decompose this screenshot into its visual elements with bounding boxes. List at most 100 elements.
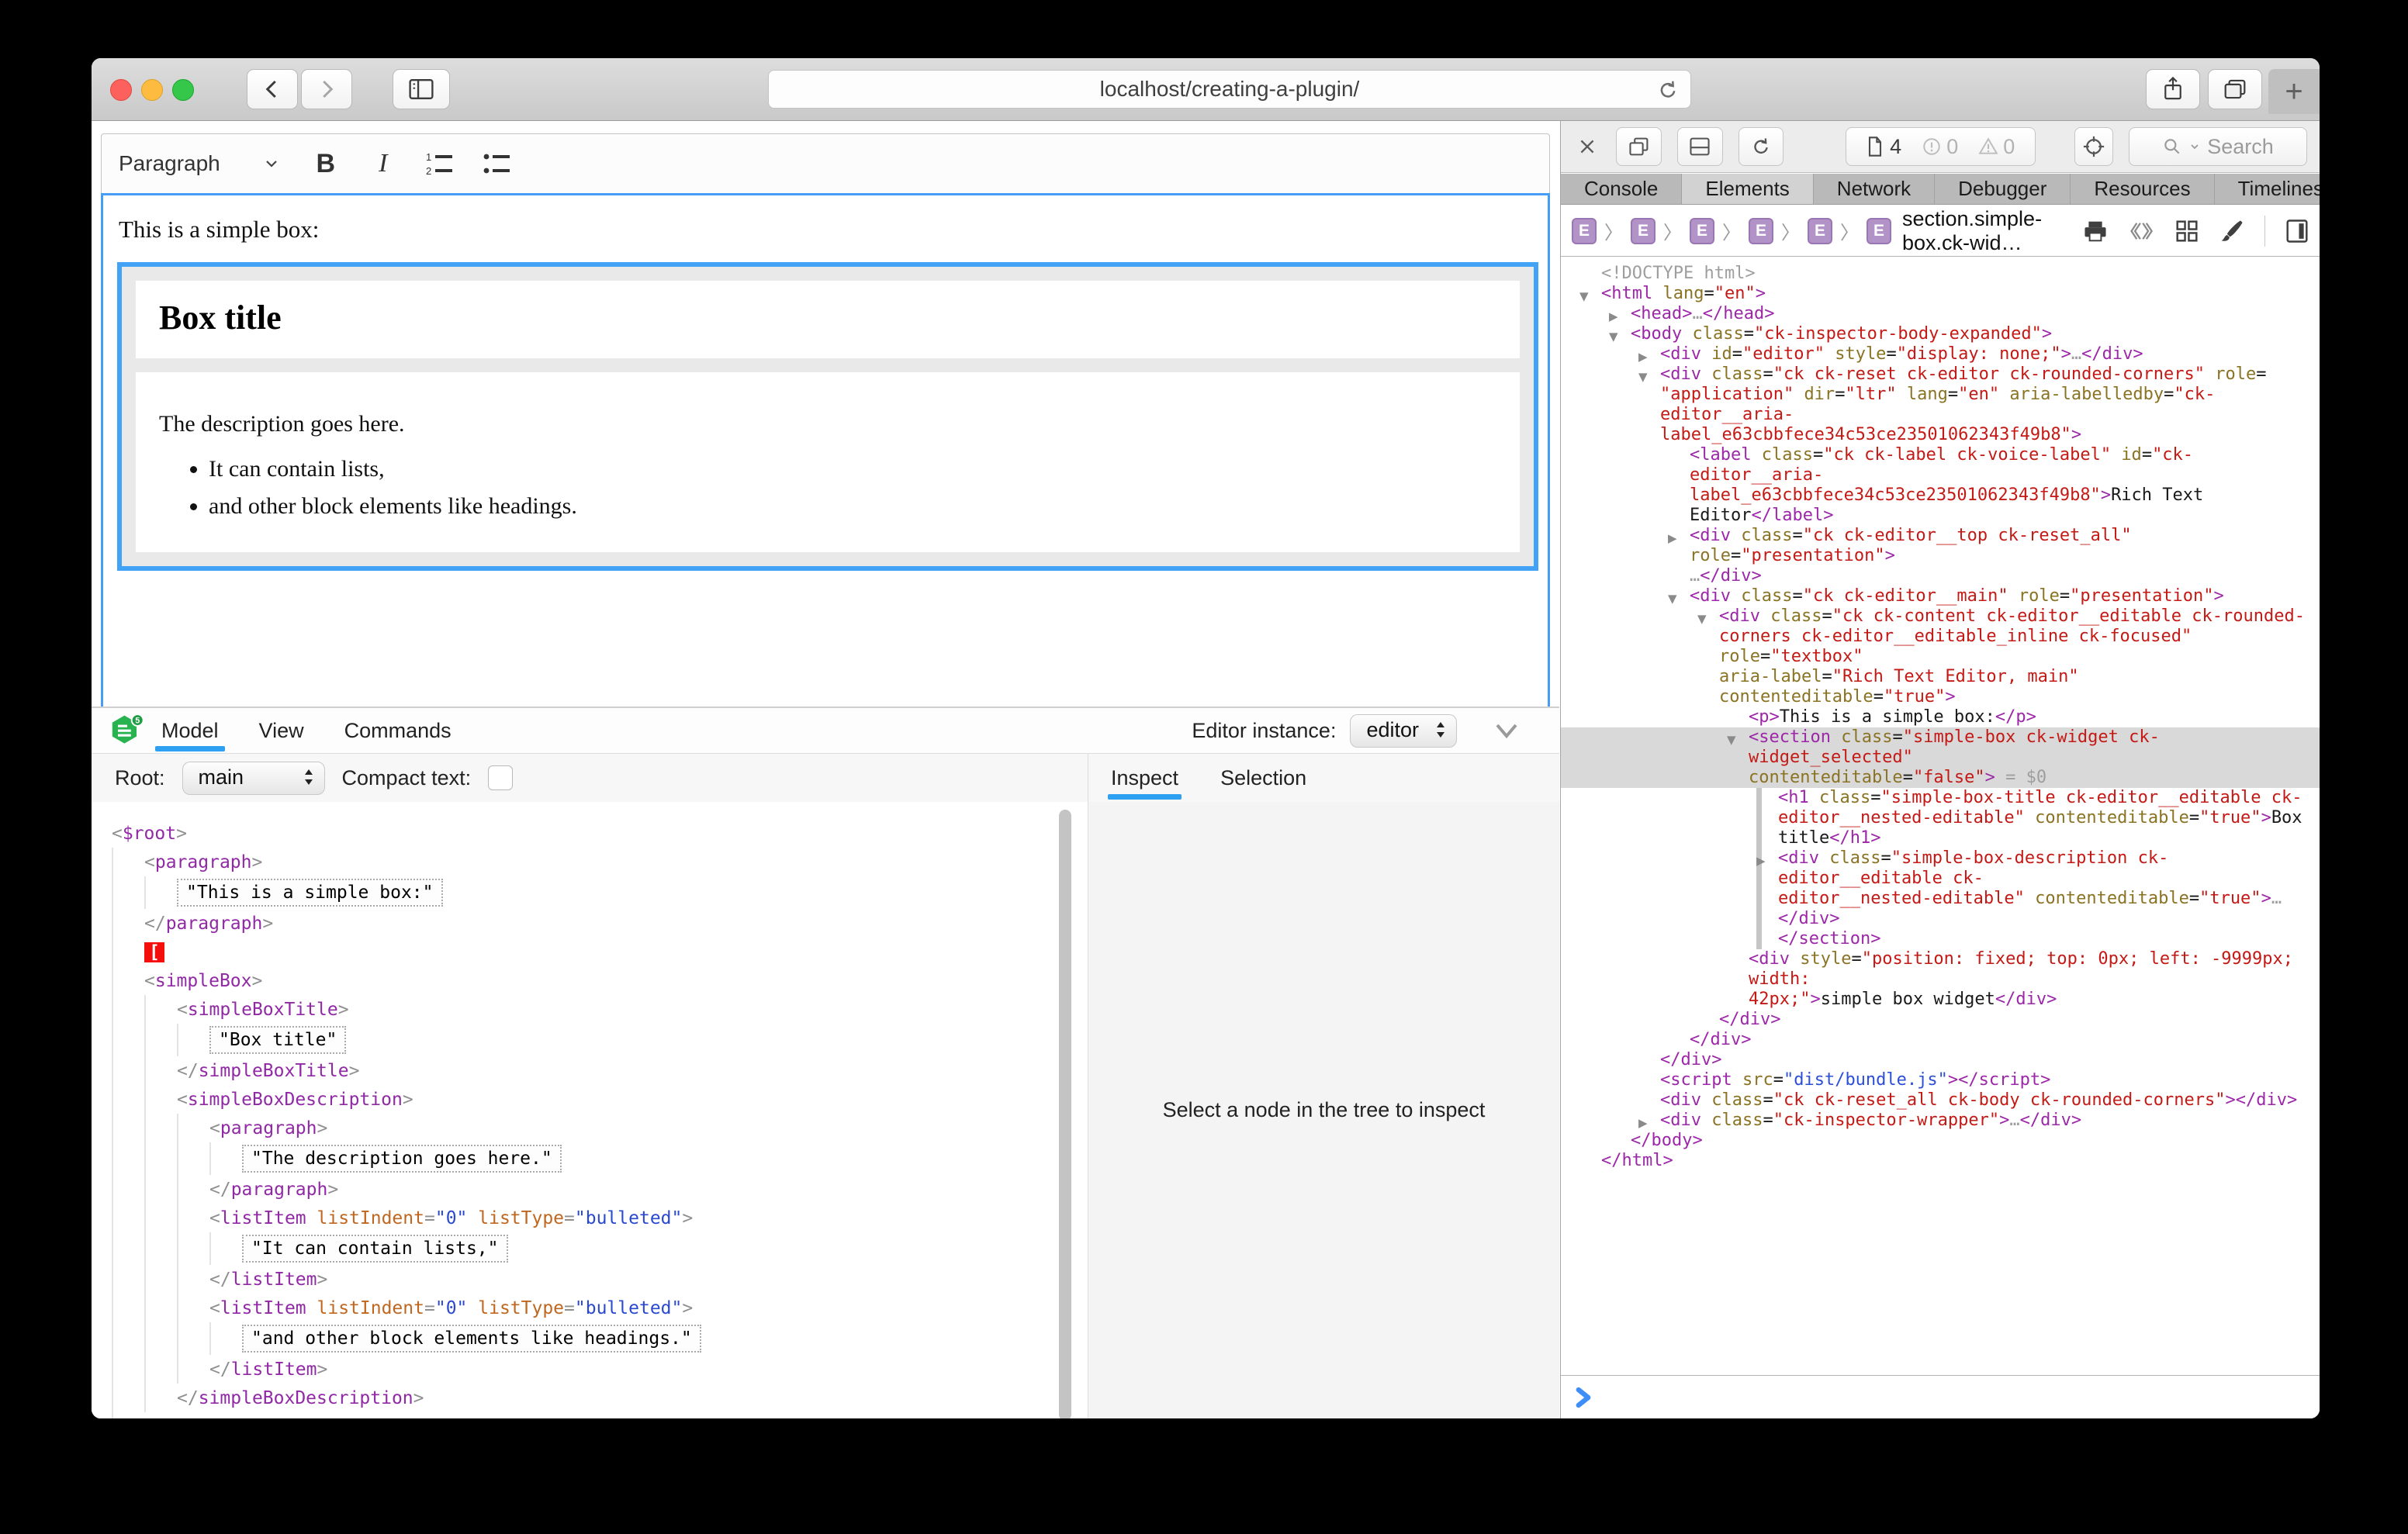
code-line[interactable]: ▶<div class="ck ck-editor__top ck-reset_… xyxy=(1561,526,2320,566)
numbered-list-button[interactable]: 12 xyxy=(422,145,459,182)
devtools-tab-network[interactable]: Network xyxy=(1814,174,1935,204)
tree-row[interactable]: "and other block elements like headings.… xyxy=(92,1322,1088,1355)
devtools-reload-button[interactable] xyxy=(1739,127,1784,166)
code-line[interactable]: …</div> xyxy=(1561,566,2320,586)
code-line[interactable]: ▶<head>…</head> xyxy=(1561,304,2320,324)
code-line[interactable]: label_e63cbbfece34c53ce23501062343f49b8"… xyxy=(1561,485,2320,506)
code-line[interactable]: ▼<div class="ck ck-content ck-editor__ed… xyxy=(1561,606,2320,627)
element-picker-button[interactable] xyxy=(2074,127,2113,166)
disclosure-open-icon[interactable]: ▼ xyxy=(1727,730,1736,750)
tree-row[interactable]: <simpleBoxDescription> xyxy=(92,1085,1088,1114)
code-line[interactable]: </body> xyxy=(1561,1131,2320,1151)
disclosure-closed-icon[interactable]: ▶ xyxy=(1756,851,1766,871)
editor-editable[interactable]: This is a simple box: Box title The desc… xyxy=(101,193,1550,714)
forward-button[interactable] xyxy=(301,69,352,109)
code-line[interactable]: ▼<section class="simple-box ck-widget ck… xyxy=(1561,727,2320,768)
code-line[interactable]: </div> xyxy=(1561,1030,2320,1050)
simple-box-list[interactable]: It can contain lists, and other block ele… xyxy=(187,456,577,530)
code-line[interactable]: ▶<div class="ck-inspector-wrapper">…</di… xyxy=(1561,1111,2320,1131)
code-line[interactable]: </div> xyxy=(1561,1010,2320,1030)
share-button[interactable] xyxy=(2146,69,2200,109)
code-line[interactable]: title</h1> xyxy=(1561,828,2320,848)
text-node[interactable]: "This is a simple box:" xyxy=(177,879,443,907)
devtools-tab-resources[interactable]: Resources xyxy=(2071,174,2214,204)
tree-row[interactable]: <paragraph> xyxy=(92,1114,1088,1142)
text-node[interactable]: "and other block elements like headings.… xyxy=(242,1325,701,1353)
tree-row[interactable]: </listItem> xyxy=(92,1355,1088,1384)
breadcrumb-element-badge[interactable]: E xyxy=(1749,218,1773,244)
code-line[interactable]: contenteditable="false"> = $0 xyxy=(1561,768,2320,788)
code-line[interactable]: <script src="dist/bundle.js"></script> xyxy=(1561,1070,2320,1090)
tree-row[interactable]: [ xyxy=(92,938,1088,966)
text-node[interactable]: "Box title" xyxy=(209,1026,346,1054)
code-line[interactable]: ▼<div class="ck ck-editor__main" role="p… xyxy=(1561,586,2320,606)
tree-row[interactable]: </simpleBox> xyxy=(92,1412,1088,1418)
tree-row[interactable]: <simpleBoxTitle> xyxy=(92,995,1088,1024)
code-line[interactable]: <h1 class="simple-box-title ck-editor__e… xyxy=(1561,788,2320,808)
code-line[interactable]: <p>This is a simple box:</p> xyxy=(1561,707,2320,727)
tree-scrollbar[interactable] xyxy=(1059,810,1071,1418)
breadcrumb-current[interactable]: section.simple-box.ck-wid… xyxy=(1902,207,2083,255)
editor-paragraph[interactable]: This is a simple box: xyxy=(119,216,319,244)
root-select[interactable]: main xyxy=(182,762,325,795)
code-line[interactable]: <div class="ck ck-reset_all ck-body ck-r… xyxy=(1561,1090,2320,1111)
simple-box-description-area[interactable]: The description goes here. It can contai… xyxy=(136,372,1520,552)
url-field[interactable]: localhost/creating-a-plugin/ xyxy=(768,70,1691,109)
tree-row[interactable]: "The description goes here." xyxy=(92,1142,1088,1175)
devtools-tab-timelines[interactable]: Timelines xyxy=(2215,174,2320,204)
tree-row[interactable]: </paragraph> xyxy=(92,1175,1088,1204)
dock-devtools-button[interactable] xyxy=(1677,127,1723,166)
inspector-tab-model[interactable]: Model xyxy=(158,708,222,753)
resource-stats[interactable]: 4 0 0 xyxy=(1846,127,2036,166)
devtools-tab-console[interactable]: Console xyxy=(1561,174,1682,204)
code-line[interactable]: editor__nested-editable" contenteditable… xyxy=(1561,889,2320,929)
inspector-tab-view[interactable]: View xyxy=(256,708,307,753)
tree-row[interactable]: </simpleBoxTitle> xyxy=(92,1056,1088,1085)
list-item[interactable]: and other block elements like headings. xyxy=(209,493,577,520)
compact-text-checkbox[interactable] xyxy=(488,765,513,790)
print-icon[interactable] xyxy=(2083,219,2108,243)
reload-button[interactable] xyxy=(1656,78,1680,102)
styles-brush-icon[interactable] xyxy=(2219,219,2244,244)
tree-row[interactable]: "Box title" xyxy=(92,1024,1088,1056)
code-line[interactable]: ▶<div id="editor" style="display: none;"… xyxy=(1561,344,2320,364)
tree-row[interactable]: <$root> xyxy=(92,819,1088,848)
close-devtools-button[interactable] xyxy=(1573,127,1600,166)
tree-row[interactable]: </listItem> xyxy=(92,1265,1088,1294)
tree-row[interactable]: <simpleBox> xyxy=(92,966,1088,995)
list-item[interactable]: It can contain lists, xyxy=(209,456,577,482)
close-window-button[interactable] xyxy=(110,79,132,101)
code-line[interactable]: editor__nested-editable" contenteditable… xyxy=(1561,808,2320,828)
code-line[interactable]: <!DOCTYPE html> xyxy=(1561,264,2320,284)
inspector-tab-commands[interactable]: Commands xyxy=(341,708,455,753)
devtools-search-field[interactable]: Search xyxy=(2129,127,2307,166)
code-line[interactable]: <label class="ck ck-label ck-voice-label… xyxy=(1561,445,2320,485)
tree-row[interactable]: <listItem listIndent="0" listType="bulle… xyxy=(92,1294,1088,1322)
tree-row[interactable]: <listItem listIndent="0" listType="bulle… xyxy=(92,1204,1088,1232)
tree-row[interactable]: </simpleBoxDescription> xyxy=(92,1384,1088,1412)
tree-row[interactable]: "This is a simple box:" xyxy=(92,876,1088,909)
inspector-tab-selection[interactable]: Selection xyxy=(1219,754,1308,802)
breadcrumb-element-badge[interactable]: E xyxy=(1690,218,1714,244)
grid-overlay-icon[interactable] xyxy=(2174,219,2199,244)
code-line[interactable]: label_e63cbbfece34c53ce23501062343f49b8"… xyxy=(1561,425,2320,445)
code-line[interactable]: ▼<body class="ck-inspector-body-expanded… xyxy=(1561,324,2320,344)
code-line[interactable]: aria-label="Rich Text Editor, main" cont… xyxy=(1561,667,2320,707)
disclosure-closed-icon[interactable]: ▶ xyxy=(1668,528,1677,548)
code-line[interactable]: ▶<div class="simple-box-description ck-e… xyxy=(1561,848,2320,889)
code-line[interactable]: "application" dir="ltr" lang="en" aria-l… xyxy=(1561,385,2320,425)
back-button[interactable] xyxy=(247,69,298,109)
console-prompt[interactable] xyxy=(1561,1375,2320,1418)
minimize-window-button[interactable] xyxy=(141,79,163,101)
collapse-inspector-icon[interactable] xyxy=(1491,720,1522,741)
tree-row[interactable]: "It can contain lists," xyxy=(92,1232,1088,1265)
code-line[interactable]: ▼<div class="ck ck-reset ck-editor ck-ro… xyxy=(1561,364,2320,385)
simple-box-title[interactable]: Box title xyxy=(159,298,282,337)
code-line[interactable]: 42px;">simple box widget</div> xyxy=(1561,990,2320,1010)
tree-row[interactable]: </paragraph> xyxy=(92,909,1088,938)
code-line[interactable]: </html> xyxy=(1561,1151,2320,1171)
italic-button[interactable]: I xyxy=(365,145,402,182)
breadcrumb-element-badge[interactable]: E xyxy=(1572,218,1597,244)
tree-row[interactable]: <paragraph> xyxy=(92,848,1088,876)
bulleted-list-button[interactable] xyxy=(479,145,517,182)
